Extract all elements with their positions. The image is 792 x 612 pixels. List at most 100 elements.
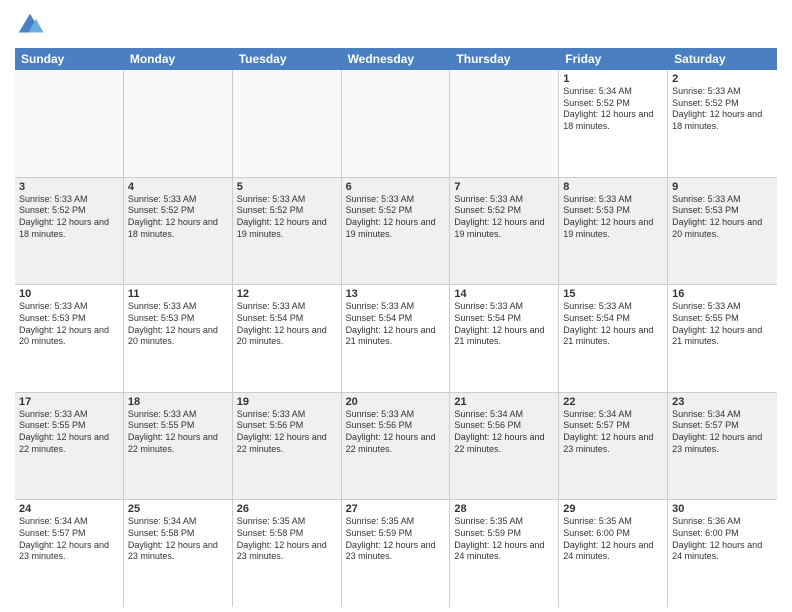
- calendar-cell: 21Sunrise: 5:34 AMSunset: 5:56 PMDayligh…: [450, 393, 559, 500]
- day-number: 29: [563, 503, 663, 515]
- day-info: Sunrise: 5:33 AMSunset: 5:54 PMDaylight:…: [237, 301, 337, 348]
- calendar-cell: 10Sunrise: 5:33 AMSunset: 5:53 PMDayligh…: [15, 285, 124, 392]
- logo: [15, 10, 49, 40]
- day-number: 2: [672, 73, 773, 85]
- calendar: SundayMondayTuesdayWednesdayThursdayFrid…: [15, 48, 777, 607]
- calendar-cell: 26Sunrise: 5:35 AMSunset: 5:58 PMDayligh…: [233, 500, 342, 607]
- calendar-header: SundayMondayTuesdayWednesdayThursdayFrid…: [15, 48, 777, 70]
- day-info: Sunrise: 5:33 AMSunset: 5:52 PMDaylight:…: [346, 194, 446, 241]
- calendar-cell: 15Sunrise: 5:33 AMSunset: 5:54 PMDayligh…: [559, 285, 668, 392]
- calendar-cell: 19Sunrise: 5:33 AMSunset: 5:56 PMDayligh…: [233, 393, 342, 500]
- day-info: Sunrise: 5:35 AMSunset: 5:59 PMDaylight:…: [454, 516, 554, 563]
- day-info: Sunrise: 5:33 AMSunset: 5:53 PMDaylight:…: [19, 301, 119, 348]
- day-info: Sunrise: 5:35 AMSunset: 5:58 PMDaylight:…: [237, 516, 337, 563]
- calendar-cell: 28Sunrise: 5:35 AMSunset: 5:59 PMDayligh…: [450, 500, 559, 607]
- day-info: Sunrise: 5:33 AMSunset: 5:52 PMDaylight:…: [672, 86, 773, 133]
- calendar-cell: 16Sunrise: 5:33 AMSunset: 5:55 PMDayligh…: [668, 285, 777, 392]
- day-number: 30: [672, 503, 773, 515]
- day-info: Sunrise: 5:33 AMSunset: 5:52 PMDaylight:…: [237, 194, 337, 241]
- day-number: 4: [128, 181, 228, 193]
- calendar-cell: 22Sunrise: 5:34 AMSunset: 5:57 PMDayligh…: [559, 393, 668, 500]
- day-info: Sunrise: 5:34 AMSunset: 5:58 PMDaylight:…: [128, 516, 228, 563]
- day-number: 22: [563, 396, 663, 408]
- day-info: Sunrise: 5:33 AMSunset: 5:53 PMDaylight:…: [672, 194, 773, 241]
- calendar-cell: 20Sunrise: 5:33 AMSunset: 5:56 PMDayligh…: [342, 393, 451, 500]
- weekday-header: Friday: [559, 48, 668, 70]
- calendar-cell: 14Sunrise: 5:33 AMSunset: 5:54 PMDayligh…: [450, 285, 559, 392]
- calendar-cell: 24Sunrise: 5:34 AMSunset: 5:57 PMDayligh…: [15, 500, 124, 607]
- calendar-cell: 30Sunrise: 5:36 AMSunset: 6:00 PMDayligh…: [668, 500, 777, 607]
- day-info: Sunrise: 5:34 AMSunset: 5:52 PMDaylight:…: [563, 86, 663, 133]
- day-number: 26: [237, 503, 337, 515]
- day-info: Sunrise: 5:34 AMSunset: 5:57 PMDaylight:…: [563, 409, 663, 456]
- calendar-cell: [15, 70, 124, 177]
- page-header: [15, 10, 777, 40]
- day-number: 6: [346, 181, 446, 193]
- calendar-week: 10Sunrise: 5:33 AMSunset: 5:53 PMDayligh…: [15, 285, 777, 393]
- day-info: Sunrise: 5:33 AMSunset: 5:52 PMDaylight:…: [454, 194, 554, 241]
- day-info: Sunrise: 5:35 AMSunset: 6:00 PMDaylight:…: [563, 516, 663, 563]
- day-info: Sunrise: 5:33 AMSunset: 5:54 PMDaylight:…: [563, 301, 663, 348]
- calendar-cell: 1Sunrise: 5:34 AMSunset: 5:52 PMDaylight…: [559, 70, 668, 177]
- day-number: 23: [672, 396, 773, 408]
- calendar-cell: 17Sunrise: 5:33 AMSunset: 5:55 PMDayligh…: [15, 393, 124, 500]
- calendar-cell: 12Sunrise: 5:33 AMSunset: 5:54 PMDayligh…: [233, 285, 342, 392]
- day-number: 18: [128, 396, 228, 408]
- calendar-cell: [124, 70, 233, 177]
- weekday-header: Saturday: [668, 48, 777, 70]
- day-info: Sunrise: 5:33 AMSunset: 5:54 PMDaylight:…: [454, 301, 554, 348]
- day-number: 24: [19, 503, 119, 515]
- calendar-cell: 2Sunrise: 5:33 AMSunset: 5:52 PMDaylight…: [668, 70, 777, 177]
- calendar-cell: [450, 70, 559, 177]
- calendar-cell: 4Sunrise: 5:33 AMSunset: 5:52 PMDaylight…: [124, 178, 233, 285]
- calendar-week: 1Sunrise: 5:34 AMSunset: 5:52 PMDaylight…: [15, 70, 777, 178]
- calendar-week: 3Sunrise: 5:33 AMSunset: 5:52 PMDaylight…: [15, 178, 777, 286]
- day-number: 13: [346, 288, 446, 300]
- calendar-cell: 3Sunrise: 5:33 AMSunset: 5:52 PMDaylight…: [15, 178, 124, 285]
- day-number: 1: [563, 73, 663, 85]
- day-info: Sunrise: 5:34 AMSunset: 5:56 PMDaylight:…: [454, 409, 554, 456]
- calendar-cell: 7Sunrise: 5:33 AMSunset: 5:52 PMDaylight…: [450, 178, 559, 285]
- day-number: 17: [19, 396, 119, 408]
- day-info: Sunrise: 5:33 AMSunset: 5:55 PMDaylight:…: [672, 301, 773, 348]
- day-info: Sunrise: 5:33 AMSunset: 5:53 PMDaylight:…: [128, 301, 228, 348]
- day-number: 19: [237, 396, 337, 408]
- day-number: 16: [672, 288, 773, 300]
- day-info: Sunrise: 5:33 AMSunset: 5:52 PMDaylight:…: [19, 194, 119, 241]
- day-info: Sunrise: 5:34 AMSunset: 5:57 PMDaylight:…: [19, 516, 119, 563]
- day-number: 20: [346, 396, 446, 408]
- calendar-cell: 29Sunrise: 5:35 AMSunset: 6:00 PMDayligh…: [559, 500, 668, 607]
- day-info: Sunrise: 5:33 AMSunset: 5:54 PMDaylight:…: [346, 301, 446, 348]
- day-number: 28: [454, 503, 554, 515]
- day-number: 10: [19, 288, 119, 300]
- weekday-header: Wednesday: [342, 48, 451, 70]
- day-number: 8: [563, 181, 663, 193]
- calendar-cell: 9Sunrise: 5:33 AMSunset: 5:53 PMDaylight…: [668, 178, 777, 285]
- day-number: 21: [454, 396, 554, 408]
- calendar-week: 24Sunrise: 5:34 AMSunset: 5:57 PMDayligh…: [15, 500, 777, 607]
- calendar-week: 17Sunrise: 5:33 AMSunset: 5:55 PMDayligh…: [15, 393, 777, 501]
- calendar-body: 1Sunrise: 5:34 AMSunset: 5:52 PMDaylight…: [15, 70, 777, 607]
- calendar-cell: 13Sunrise: 5:33 AMSunset: 5:54 PMDayligh…: [342, 285, 451, 392]
- weekday-header: Monday: [124, 48, 233, 70]
- calendar-cell: 6Sunrise: 5:33 AMSunset: 5:52 PMDaylight…: [342, 178, 451, 285]
- calendar-cell: 27Sunrise: 5:35 AMSunset: 5:59 PMDayligh…: [342, 500, 451, 607]
- calendar-cell: 23Sunrise: 5:34 AMSunset: 5:57 PMDayligh…: [668, 393, 777, 500]
- day-number: 12: [237, 288, 337, 300]
- calendar-cell: [233, 70, 342, 177]
- day-number: 15: [563, 288, 663, 300]
- day-info: Sunrise: 5:33 AMSunset: 5:52 PMDaylight:…: [128, 194, 228, 241]
- weekday-header: Tuesday: [233, 48, 342, 70]
- calendar-cell: 25Sunrise: 5:34 AMSunset: 5:58 PMDayligh…: [124, 500, 233, 607]
- calendar-cell: 18Sunrise: 5:33 AMSunset: 5:55 PMDayligh…: [124, 393, 233, 500]
- day-number: 7: [454, 181, 554, 193]
- day-number: 5: [237, 181, 337, 193]
- day-info: Sunrise: 5:33 AMSunset: 5:56 PMDaylight:…: [237, 409, 337, 456]
- day-number: 25: [128, 503, 228, 515]
- calendar-cell: [342, 70, 451, 177]
- day-info: Sunrise: 5:35 AMSunset: 5:59 PMDaylight:…: [346, 516, 446, 563]
- day-info: Sunrise: 5:33 AMSunset: 5:55 PMDaylight:…: [19, 409, 119, 456]
- weekday-header: Sunday: [15, 48, 124, 70]
- day-info: Sunrise: 5:36 AMSunset: 6:00 PMDaylight:…: [672, 516, 773, 563]
- day-info: Sunrise: 5:33 AMSunset: 5:53 PMDaylight:…: [563, 194, 663, 241]
